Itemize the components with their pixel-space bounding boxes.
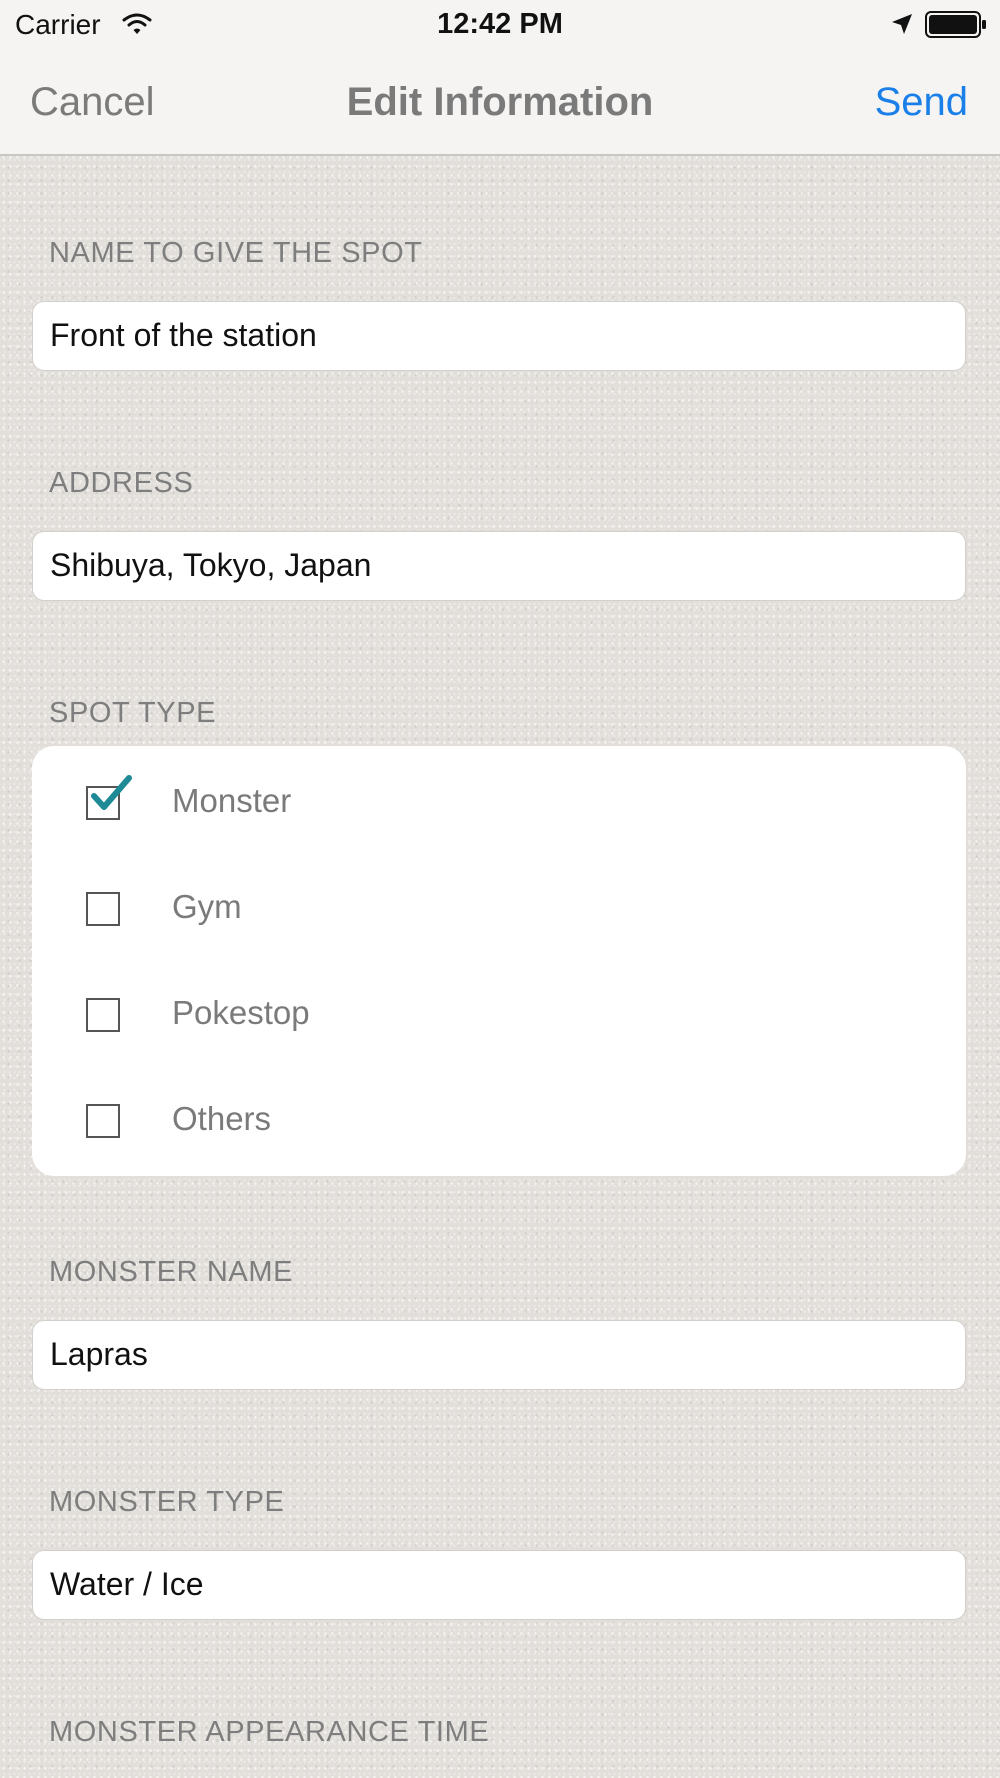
monster-appearance-time-label: MONSTER APPEARANCE TIME bbox=[49, 1716, 490, 1748]
spot-type-option-gym[interactable]: Gym bbox=[86, 880, 786, 940]
option-label: Pokestop bbox=[172, 994, 310, 1031]
navigation-bar: Cancel Edit Information Send bbox=[0, 50, 1000, 154]
status-bar: Carrier 12:42 PM bbox=[0, 0, 1000, 50]
page-title: Edit Information bbox=[346, 80, 654, 124]
top-bar: Carrier 12:42 PM Cancel Edit Information… bbox=[0, 0, 1000, 156]
spot-name-value: Front of the station bbox=[50, 317, 317, 353]
address-field[interactable]: Shibuya, Tokyo, Japan bbox=[32, 531, 966, 601]
battery-icon bbox=[925, 11, 986, 38]
option-label: Others bbox=[172, 1100, 272, 1137]
spot-type-label: SPOT TYPE bbox=[49, 697, 217, 729]
spot-name-field[interactable]: Front of the station bbox=[32, 301, 966, 371]
monster-type-field[interactable]: Water / Ice bbox=[32, 1550, 966, 1620]
monster-type-value: Water / Ice bbox=[50, 1566, 204, 1602]
checkbox-unchecked[interactable] bbox=[86, 892, 120, 926]
checkbox-unchecked[interactable] bbox=[86, 998, 120, 1032]
monster-name-value: Lapras bbox=[50, 1336, 148, 1372]
spot-type-option-pokestop[interactable]: Pokestop bbox=[86, 986, 786, 1046]
address-label: ADDRESS bbox=[49, 467, 194, 499]
spot-type-options: Monster Gym Pokestop Others bbox=[32, 746, 966, 1176]
monster-type-label: MONSTER TYPE bbox=[49, 1486, 285, 1518]
monster-name-field[interactable]: Lapras bbox=[32, 1320, 966, 1390]
checkbox-unchecked[interactable] bbox=[86, 1104, 120, 1138]
send-button[interactable]: Send bbox=[875, 80, 968, 125]
monster-name-label: MONSTER NAME bbox=[49, 1256, 294, 1288]
clock: 12:42 PM bbox=[437, 8, 563, 40]
spot-type-option-others[interactable]: Others bbox=[86, 1092, 786, 1152]
option-label: Monster bbox=[172, 782, 292, 819]
spot-name-label: NAME TO GIVE THE SPOT bbox=[49, 237, 423, 269]
checkmark-icon bbox=[91, 775, 132, 810]
spot-type-option-monster[interactable]: Monster bbox=[86, 774, 786, 834]
option-label: Gym bbox=[172, 888, 242, 925]
location-arrow-icon bbox=[892, 14, 912, 34]
address-value: Shibuya, Tokyo, Japan bbox=[50, 547, 372, 583]
